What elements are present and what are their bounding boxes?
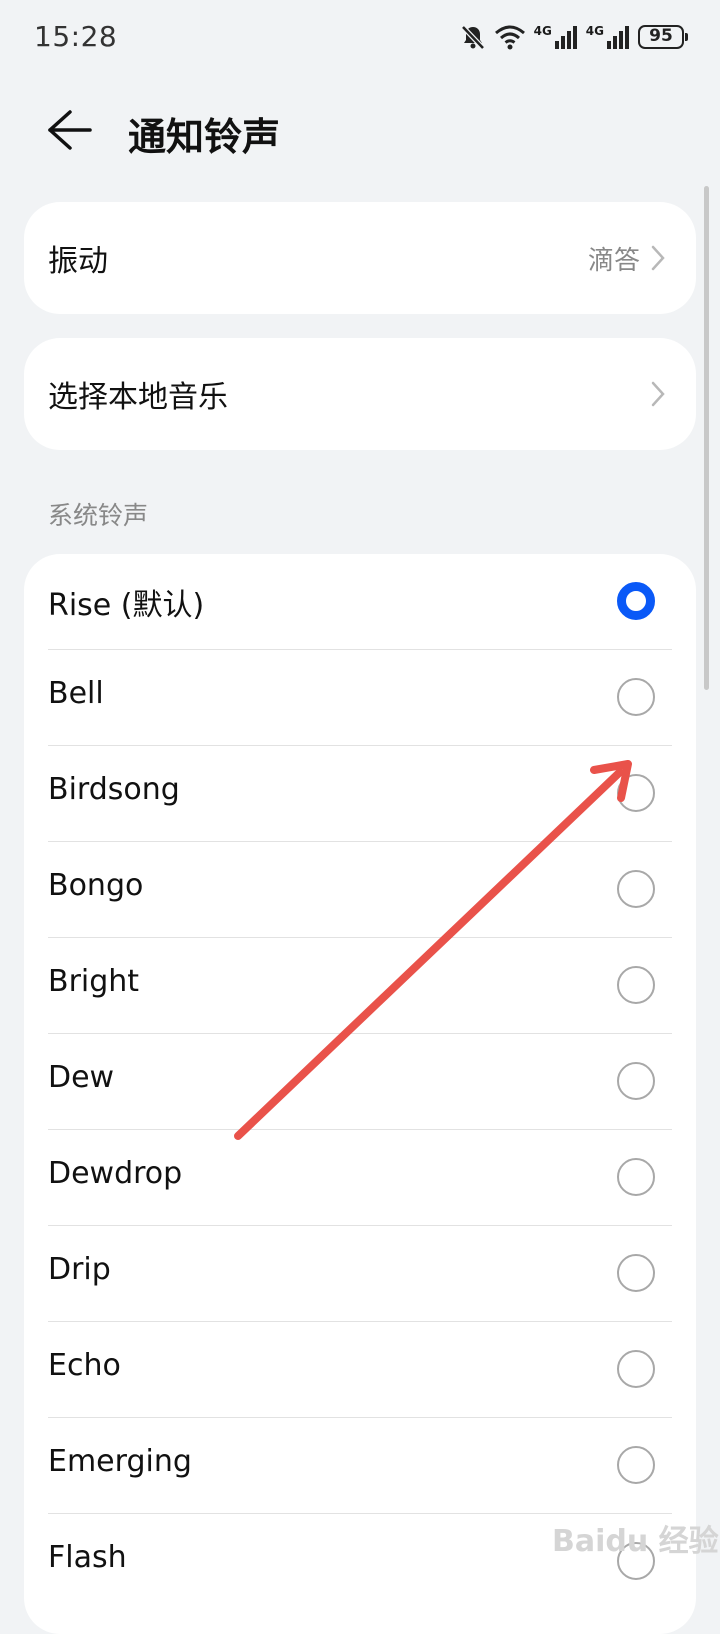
ringtone-item[interactable]: Dew <box>24 1034 696 1130</box>
scrollbar[interactable] <box>704 186 709 690</box>
ringtone-item[interactable]: Echo <box>24 1322 696 1418</box>
local-music-row[interactable]: 选择本地音乐 <box>24 338 696 450</box>
local-music-label: 选择本地音乐 <box>48 380 228 415</box>
ringtone-item[interactable]: Birdsong <box>24 746 696 842</box>
ringtone-name: Bright <box>48 964 140 999</box>
radio-selected-icon[interactable] <box>617 582 655 620</box>
bell-off-icon <box>460 25 485 50</box>
vibration-value: 滴答 <box>587 246 640 276</box>
ringtone-item[interactable]: Bright <box>24 938 696 1034</box>
ringtone-name: Bongo <box>48 868 144 903</box>
ringtone-item[interactable]: Bongo <box>24 842 696 938</box>
radio-icon[interactable] <box>617 1158 655 1196</box>
chevron-right-icon <box>651 245 665 271</box>
ringtone-item[interactable]: Bell <box>24 650 696 746</box>
chevron-right-icon <box>651 381 665 407</box>
battery-icon: 95 <box>638 25 688 49</box>
radio-icon[interactable] <box>617 774 655 812</box>
radio-icon[interactable] <box>617 870 655 908</box>
ringtone-name: Dew <box>48 1060 115 1095</box>
network-type-label-2: 4G <box>585 24 604 38</box>
ringtone-name: Rise (默认) <box>48 588 205 623</box>
ringtone-item[interactable]: Rise (默认) <box>24 554 696 650</box>
vibration-row[interactable]: 振动 滴答 <box>24 202 696 314</box>
wifi-icon <box>494 25 525 50</box>
page-title: 通知铃声 <box>128 115 281 159</box>
ringtone-name: Flash <box>48 1540 127 1575</box>
signal-4g-icon-2: 4G <box>586 25 630 49</box>
radio-icon[interactable] <box>617 1350 655 1388</box>
radio-icon[interactable] <box>617 1446 655 1484</box>
ringtone-item[interactable]: Dewdrop <box>24 1130 696 1226</box>
radio-icon[interactable] <box>617 1062 655 1100</box>
ringtone-name: Emerging <box>48 1444 192 1479</box>
ringtone-name: Dewdrop <box>48 1156 183 1191</box>
vibration-label: 振动 <box>48 244 108 279</box>
back-arrow-icon[interactable] <box>44 108 96 152</box>
network-type-label: 4G <box>533 24 552 38</box>
ringtone-name: Birdsong <box>48 772 180 807</box>
ringtone-name: Echo <box>48 1348 121 1383</box>
watermark-logo: Baidu 经验 <box>552 1524 719 1559</box>
status-bar: 15:28 4G 4G 95 <box>0 0 720 80</box>
ringtone-item[interactable]: Drip <box>24 1226 696 1322</box>
radio-icon[interactable] <box>617 678 655 716</box>
ringtone-name: Bell <box>48 676 104 711</box>
radio-icon[interactable] <box>617 966 655 1004</box>
ringtone-list: Rise (默认) Bell Birdsong Bongo Bright Dew Dewdr… <box>24 554 696 1634</box>
status-time: 15:28 <box>34 20 118 53</box>
ringtone-item[interactable]: Emerging <box>24 1418 696 1514</box>
radio-icon[interactable] <box>617 1254 655 1292</box>
signal-4g-icon: 4G <box>534 25 578 49</box>
ringtone-name: Drip <box>48 1252 111 1287</box>
status-icons: 4G 4G 95 <box>460 22 688 52</box>
app-header: 通知铃声 <box>0 90 720 170</box>
section-title: 系统铃声 <box>48 501 149 530</box>
